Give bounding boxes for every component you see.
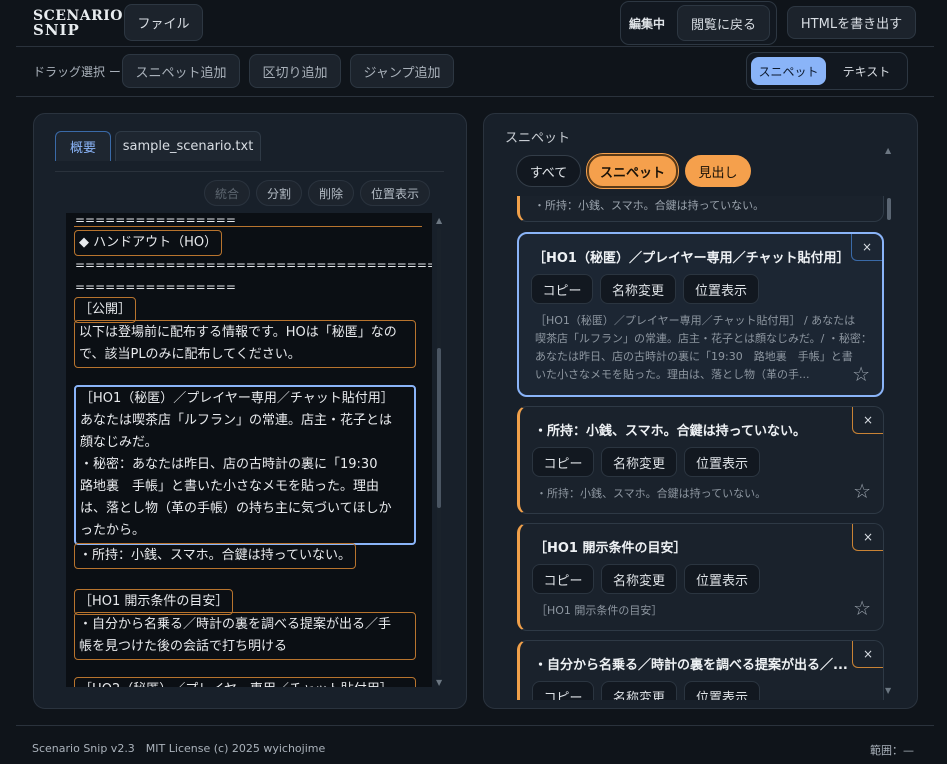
preview-line: ［HO1（秘匿）／プレイヤー専用／チャット貼付用］ / あなたは (535, 314, 856, 327)
filter-snippet[interactable]: スニペット (587, 154, 678, 188)
back-to-view-button[interactable]: 閲覧に戻る (677, 5, 770, 41)
ho1-line: ・秘密：あなたは昨日、店の古時計の裏に「19:30 (80, 457, 378, 472)
locate-snippet-button[interactable]: 位置表示 (684, 681, 760, 700)
editor-separator-rule (74, 226, 422, 227)
rename-button[interactable]: 名称変更 (601, 681, 677, 700)
toolbar-divider (16, 96, 934, 97)
view-mode-snippet[interactable]: スニペット (751, 57, 826, 85)
reveal-text-block[interactable]: ・自分から名乗る／時計の裏を調べる提案が出る／手 帳を見つけた後の会話で打ち明け… (74, 612, 416, 660)
ho1-block-selected[interactable]: ［HO1（秘匿）／プレイヤー専用／チャット貼付用］ あなたは喫茶店「ルフラン」の… (74, 385, 416, 545)
close-icon[interactable]: × (852, 641, 883, 668)
rename-button[interactable]: 名称変更 (601, 447, 677, 477)
close-icon[interactable]: × (852, 407, 883, 434)
export-html-button[interactable]: HTMLを書き出す (787, 6, 916, 39)
locate-snippet-button[interactable]: 位置表示 (683, 274, 759, 304)
ho1-line: 路地裏 手帳」と書いた小さなメモを貼った。理由 (80, 479, 380, 494)
close-icon[interactable]: × (852, 524, 883, 551)
filter-all[interactable]: すべて (516, 155, 581, 187)
public-text-line1: 以下は登場前に配布する情報です。HOは「秘匿」なの (79, 325, 397, 340)
editor-separator: ================ (75, 280, 236, 294)
star-icon[interactable]: ☆ (852, 362, 870, 386)
star-icon[interactable]: ☆ (853, 596, 871, 620)
file-button[interactable]: ファイル (124, 4, 203, 41)
rename-button[interactable]: 名称変更 (600, 274, 676, 304)
preview-line: いた小さなメモを貼った。理由は、落とし物（革の手... (535, 368, 810, 381)
editor-separator: ================ (75, 213, 236, 227)
public-text-block[interactable]: 以下は登場前に配布する情報です。HOは「秘匿」なの で、該当PLのみに配布してく… (74, 320, 416, 368)
snippet-card-partial[interactable]: ・所持：小銭、スマホ。合鍵は持っていない。 (517, 196, 884, 222)
tab-overview[interactable]: 概要 (55, 131, 111, 161)
ho1-line: あなたは喫茶店「ルフラン」の常連。店主・花子とは (80, 413, 393, 428)
ho1-line: は、落とし物（革の手帳）の持ち主に気づいてほしか (80, 501, 392, 516)
star-icon[interactable]: ☆ (853, 479, 871, 503)
filter-heading[interactable]: 見出し (685, 155, 751, 187)
editor-separator: ========================================… (75, 258, 432, 272)
editor-scroll-thumb[interactable] (437, 348, 441, 508)
reveal-text-line1: ・自分から名乗る／時計の裏を調べる提案が出る／手 (79, 617, 392, 632)
possession-line[interactable]: ・所持：小銭、スマホ。合鍵は持っていない。 (74, 543, 356, 569)
app-logo: SCENARIO SNIP (33, 9, 122, 41)
add-separator-button[interactable]: 区切り追加 (249, 54, 341, 88)
locate-snippet-button[interactable]: 位置表示 (684, 447, 760, 477)
snippet-card-title: ［HO1（秘匿）／プレイヤー専用／チャット貼付用］ (533, 251, 850, 266)
locate-snippet-button[interactable]: 位置表示 (684, 564, 760, 594)
snippet-card-3[interactable]: ［HO1 開示条件の目安］ × コピー 名称変更 位置表示 ［HO1 開示条件の… (517, 523, 884, 631)
copy-button[interactable]: コピー (532, 447, 594, 477)
merge-button[interactable]: 統合 (204, 180, 250, 206)
reveal-text-line2: 帳を見つけた後の会話で打ち明ける (79, 639, 288, 654)
ho1-line: 顔なじみだ。 (80, 435, 158, 450)
drag-select-label: ドラッグ選択 ー (33, 65, 121, 79)
handout-heading[interactable]: ◆ ハンドアウト（HO） (74, 230, 223, 256)
snippet-card-1[interactable]: ［HO1（秘匿）／プレイヤー専用／チャット貼付用］ × コピー 名称変更 位置表… (517, 232, 884, 397)
ho2-partial[interactable]: ［HO2（秘匿）／プレイヤー専用／チャット貼付用］ (74, 677, 416, 687)
snippet-card-4[interactable]: ・自分から名乗る／時計の裏を調べる提案が出る／... × コピー 名称変更 位置… (517, 640, 884, 700)
snippet-card-title: ・自分から名乗る／時計の裏を調べる提案が出る／... (534, 658, 848, 673)
snippet-scroll-up-icon[interactable]: ▲ (885, 146, 891, 155)
delete-button[interactable]: 削除 (308, 180, 354, 206)
rename-button[interactable]: 名称変更 (601, 564, 677, 594)
copy-button[interactable]: コピー (531, 274, 593, 304)
footer-range: 範囲：— (870, 744, 914, 757)
header-divider (16, 46, 934, 47)
view-mode-text[interactable]: テキスト (829, 57, 904, 85)
snippet-card-preview: ・所持：小銭、スマホ。合鍵は持っていない。 (536, 487, 767, 500)
copy-button[interactable]: コピー (532, 564, 594, 594)
scroll-down-icon[interactable]: ▼ (436, 678, 442, 687)
preview-line: 喫茶店「ルフラン」の常連。店主・花子とは顔なじみだ。/ ・秘密： (535, 332, 872, 345)
tab-divider (55, 171, 444, 172)
add-jump-button[interactable]: ジャンプ追加 (350, 54, 454, 88)
footer-divider (16, 725, 934, 726)
close-icon[interactable]: × (851, 234, 882, 261)
snippet-card-preview: ［HO1（秘匿）／プレイヤー専用／チャット貼付用］ / あなたは 喫茶店「ルフラ… (535, 312, 872, 384)
tab-sample-scenario[interactable]: sample_scenario.txt (115, 131, 261, 161)
public-text-line2: で、該当PLのみに配布してください。 (79, 347, 301, 362)
snippet-card-title: ・所持：小銭、スマホ。合鍵は持っていない。 (534, 424, 806, 439)
snippet-panel-title: スニペット (505, 131, 571, 146)
snippet-card-preview: ［HO1 開示条件の目安］ (536, 604, 663, 617)
ho1-line: ［HO1（秘匿）／プレイヤー専用／チャット貼付用］ (80, 391, 394, 406)
copy-button[interactable]: コピー (532, 681, 594, 700)
add-snippet-button[interactable]: スニペット追加 (122, 54, 240, 88)
logo-line2: SNIP (33, 21, 80, 39)
scroll-up-icon[interactable]: ▲ (436, 216, 442, 225)
split-button[interactable]: 分割 (256, 180, 302, 206)
locate-button[interactable]: 位置表示 (360, 180, 430, 206)
preview-line: あなたは昨日、店の古時計の裏に「19:30 路地裏 手帳」と書 (535, 350, 853, 363)
snippet-card-2[interactable]: ・所持：小銭、スマホ。合鍵は持っていない。 × コピー 名称変更 位置表示 ・所… (517, 406, 884, 514)
mode-label: 編集中 (629, 17, 666, 31)
snippet-card-partial-text: ・所持：小銭、スマホ。合鍵は持っていない。 (534, 199, 765, 212)
footer-version: Scenario Snip v2.3 MIT License (c) 2025 … (32, 742, 326, 755)
ho1-line: ったから。 (80, 523, 146, 538)
snippet-card-title: ［HO1 開示条件の目安］ (534, 541, 687, 556)
text-editor[interactable]: ================ ◆ ハンドアウト（HO） ==========… (66, 213, 432, 687)
